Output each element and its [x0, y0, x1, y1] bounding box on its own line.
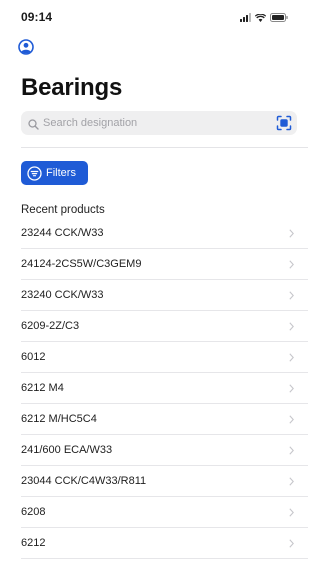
list-item-label: 6212 M4 — [21, 382, 64, 394]
battery-icon — [270, 13, 288, 22]
list-item[interactable]: 6212 M/HC5C4 — [21, 404, 308, 435]
chevron-right-icon — [289, 508, 294, 517]
chevron-right-icon — [289, 384, 294, 393]
chevron-right-icon — [289, 539, 294, 548]
list-item[interactable]: 6212 M4 — [21, 373, 308, 404]
list-item-label: 241/600 ECA/W33 — [21, 444, 113, 456]
chevron-right-icon — [289, 260, 294, 269]
list-item[interactable]: 241/600 ECA/W33 — [21, 435, 308, 466]
search-bar[interactable] — [21, 111, 297, 135]
list-item-label: 24124-2CS5W/C3GEM9 — [21, 258, 142, 270]
filters-label: Filters — [46, 167, 76, 179]
chevron-right-icon — [289, 353, 294, 362]
chevron-right-icon — [289, 477, 294, 486]
barcode-scan-icon[interactable] — [276, 115, 292, 136]
status-time: 09:14 — [21, 10, 53, 24]
status-icons — [240, 13, 288, 22]
page-title: Bearings — [21, 74, 123, 101]
chevron-right-icon — [289, 415, 294, 424]
cellular-signal-icon — [240, 13, 251, 22]
list-item[interactable]: 6208 — [21, 497, 308, 528]
list-item-label: 6208 — [21, 506, 46, 518]
filters-button[interactable]: Filters — [21, 161, 88, 185]
wifi-icon — [255, 14, 266, 22]
chevron-right-icon — [289, 446, 294, 455]
section-title-recent-products: Recent products — [21, 204, 105, 216]
list-item-label: 23240 CCK/W33 — [21, 289, 104, 301]
divider — [21, 147, 308, 148]
list-item[interactable]: 6212 — [21, 528, 308, 559]
profile-icon[interactable] — [18, 39, 34, 55]
filter-icon — [27, 165, 42, 181]
chevron-right-icon — [289, 291, 294, 300]
list-item-label: 6212 — [21, 537, 46, 549]
list-item-label: 6212 M/HC5C4 — [21, 413, 97, 425]
list-item[interactable]: 6209-2Z/C3 — [21, 311, 308, 342]
list-item[interactable]: 23244 CCK/W33 — [21, 218, 308, 249]
list-item-label: 23044 CCK/C4W33/R811 — [21, 475, 147, 487]
list-item[interactable]: 24124-2CS5W/C3GEM9 — [21, 249, 308, 280]
recent-products-list: 23244 CCK/W33 24124-2CS5W/C3GEM9 23240 C… — [21, 218, 308, 559]
list-item-label: 6012 — [21, 351, 46, 363]
chevron-right-icon — [289, 322, 294, 331]
list-item-label: 23244 CCK/W33 — [21, 227, 104, 239]
search-icon — [28, 117, 39, 135]
list-item[interactable]: 23240 CCK/W33 — [21, 280, 308, 311]
list-item[interactable]: 23044 CCK/C4W33/R811 — [21, 466, 308, 497]
chevron-right-icon — [289, 229, 294, 238]
list-item[interactable]: 6012 — [21, 342, 308, 373]
search-input[interactable] — [43, 113, 263, 133]
status-bar: 09:14 — [0, 0, 308, 30]
list-item-label: 6209-2Z/C3 — [21, 320, 80, 332]
